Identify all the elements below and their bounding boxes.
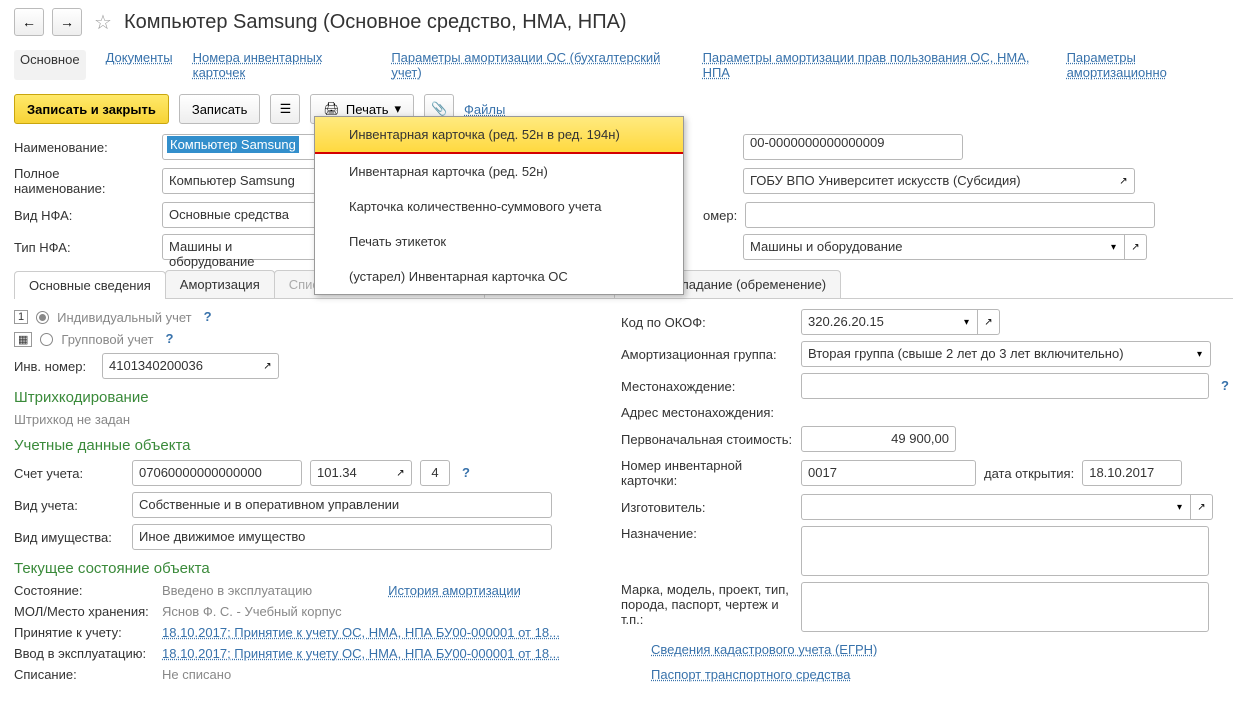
tab-amort[interactable]: Амортизация	[165, 270, 275, 298]
label-writeoff: Списание:	[14, 667, 154, 682]
amgroup-input[interactable]: Вторая группа (свыше 2 лет до 3 лет вклю…	[801, 341, 1189, 367]
location-input[interactable]	[801, 373, 1209, 399]
label-vid-ucheta: Вид учета:	[14, 498, 124, 513]
okof-input[interactable]: 320.26.20.15	[801, 309, 956, 335]
full-name-input[interactable]: Компьютер Samsung	[162, 168, 317, 194]
open-date-input[interactable]: 18.10.2017	[1082, 460, 1182, 486]
label-start: Ввод в эксплуатацию:	[14, 646, 154, 661]
vid-im-input[interactable]: Иное движимое имущество	[132, 524, 552, 550]
name-input[interactable]: Компьютер Samsung	[162, 134, 317, 160]
open-ref-icon[interactable]: ↗	[1191, 494, 1213, 520]
printer-icon: 🖨	[323, 101, 340, 117]
hint-1-icon: 1	[14, 310, 28, 324]
menu-item-inv-card-194[interactable]: Инвентарная карточка (ред. 52н в ред. 19…	[315, 117, 683, 152]
label-addr: Адрес местонахождения:	[621, 405, 793, 420]
open-ref-icon[interactable]: ↗	[1125, 234, 1147, 260]
cost-input[interactable]: 49 900,00	[801, 426, 956, 452]
navtab-amort-os[interactable]: Параметры амортизации ОС (бухгалтерский …	[391, 50, 682, 80]
dropdown-icon[interactable]: ▾	[1103, 234, 1125, 260]
open-ref-icon[interactable]: ↗	[257, 353, 279, 379]
tab-main-info[interactable]: Основные сведения	[14, 271, 166, 299]
egrn-link[interactable]: Сведения кадастрового учета (ЕГРН)	[651, 642, 1233, 657]
label-open-date: дата открытия:	[984, 466, 1074, 481]
radio-group[interactable]	[40, 333, 53, 346]
section-barcode: Штрихкодирование	[14, 389, 581, 406]
label-inv-no: Инв. номер:	[14, 359, 94, 374]
help-icon[interactable]: ?	[458, 465, 474, 481]
account-kfo-input[interactable]: 4	[420, 460, 450, 486]
tip-nfa-input[interactable]: Машины и оборудование	[162, 234, 317, 260]
label-card: Номер инвентарной карточки:	[621, 458, 793, 488]
label-amgroup: Амортизационная группа:	[621, 347, 793, 362]
label-account: Счет учета:	[14, 466, 124, 481]
mfr-input[interactable]	[801, 494, 1169, 520]
navtab-amort-more[interactable]: Параметры амортизационно	[1067, 50, 1233, 80]
passport-link[interactable]: Паспорт транспортного средства	[651, 667, 1233, 682]
open-ref-icon[interactable]: ↗	[390, 460, 412, 486]
menu-item-qty-card[interactable]: Карточка количественно-суммового учета	[315, 189, 683, 224]
label-state: Состояние:	[14, 583, 154, 598]
label-vid-nfa: Вид НФА:	[14, 208, 154, 223]
code-field[interactable]: 00-0000000000000009	[743, 134, 963, 160]
label-mol: МОЛ/Место хранения:	[14, 604, 154, 619]
menu-item-inv-card-52[interactable]: Инвентарная карточка (ред. 52н)	[315, 154, 683, 189]
barcode-status: Штрихкод не задан	[14, 412, 581, 427]
menu-item-labels[interactable]: Печать этикеток	[315, 224, 683, 259]
vid-ucheta-input[interactable]: Собственные и в оперативном управлении	[132, 492, 552, 518]
menu-item-deprecated[interactable]: (устарел) Инвентарная карточка ОС	[315, 259, 683, 294]
list-button[interactable]: ☰	[270, 94, 300, 124]
inv-number-input[interactable]: 4101340200036	[102, 353, 257, 379]
favorite-icon[interactable]: ☆	[94, 10, 112, 35]
card-number-input[interactable]: 0017	[801, 460, 976, 486]
help-icon[interactable]: ?	[200, 309, 216, 325]
open-ref-icon[interactable]: ↗	[1113, 168, 1135, 194]
navtab-amort-rights[interactable]: Параметры амортизации прав пользования О…	[703, 50, 1047, 80]
print-dropdown-menu: Инвентарная карточка (ред. 52н в ред. 19…	[314, 116, 684, 295]
files-link[interactable]: Файлы	[464, 102, 505, 117]
label-full-name: Полное наименование:	[14, 166, 154, 196]
forward-button[interactable]: →	[52, 8, 82, 36]
label-tip-nfa: Тип НФА:	[14, 240, 154, 255]
nav-tabs: Основное Документы Номера инвентарных ка…	[0, 44, 1247, 90]
reg-number-input[interactable]	[745, 202, 1155, 228]
label-loc: Местонахождение:	[621, 379, 793, 394]
hint-multi-icon: ▦	[14, 332, 32, 347]
label-okof: Код по ОКОФ:	[621, 315, 793, 330]
label-vid-im: Вид имущества:	[14, 530, 124, 545]
chevron-down-icon: ▾	[395, 101, 402, 117]
open-ref-icon[interactable]: ↗	[978, 309, 1000, 335]
navtab-inv-numbers[interactable]: Номера инвентарных карточек	[193, 50, 372, 80]
label-name: Наименование:	[14, 140, 154, 155]
label-model: Марка, модель, проект, тип, порода, пасп…	[621, 582, 793, 627]
page-title: Компьютер Samsung (Основное средство, НМ…	[124, 11, 627, 34]
label-purpose: Назначение:	[621, 526, 793, 541]
account-kps-input[interactable]: 07060000000000000	[132, 460, 302, 486]
save-close-button[interactable]: Записать и закрыть	[14, 94, 169, 124]
label-mfr: Изготовитель:	[621, 500, 793, 515]
label-reg-no: омер:	[703, 208, 737, 223]
navtab-main[interactable]: Основное	[14, 50, 86, 80]
label-accept: Принятие к учету:	[14, 625, 154, 640]
save-button[interactable]: Записать	[179, 94, 261, 124]
purpose-textarea[interactable]	[801, 526, 1209, 576]
accept-link[interactable]: 18.10.2017; Принятие к учету ОС, НМА, НП…	[162, 625, 560, 640]
section-acct: Учетные данные объекта	[14, 437, 581, 454]
vid-nfa-input[interactable]: Основные средства	[162, 202, 317, 228]
start-link[interactable]: 18.10.2017; Принятие к учету ОС, НМА, НП…	[162, 646, 560, 661]
org-field[interactable]: ГОБУ ВПО Университет искусств (Субсидия)…	[743, 168, 1135, 194]
help-icon[interactable]: ?	[162, 331, 178, 347]
history-link[interactable]: История амортизации	[388, 583, 521, 598]
label-cost: Первоначальная стоимость:	[621, 432, 793, 447]
dropdown-icon[interactable]: ▾	[1169, 494, 1191, 520]
navtab-docs[interactable]: Документы	[106, 50, 173, 80]
section-state: Текущее состояние объекта	[14, 560, 581, 577]
account-code-input[interactable]: 101.34	[310, 460, 390, 486]
tip-nfa-right[interactable]: Машины и оборудование▾↗	[743, 234, 1147, 260]
help-icon[interactable]: ?	[1217, 378, 1233, 394]
dropdown-icon[interactable]: ▾	[956, 309, 978, 335]
radio-individual[interactable]	[36, 311, 49, 324]
back-button[interactable]: ←	[14, 8, 44, 36]
dropdown-icon[interactable]: ▾	[1189, 341, 1211, 367]
model-textarea[interactable]	[801, 582, 1209, 632]
